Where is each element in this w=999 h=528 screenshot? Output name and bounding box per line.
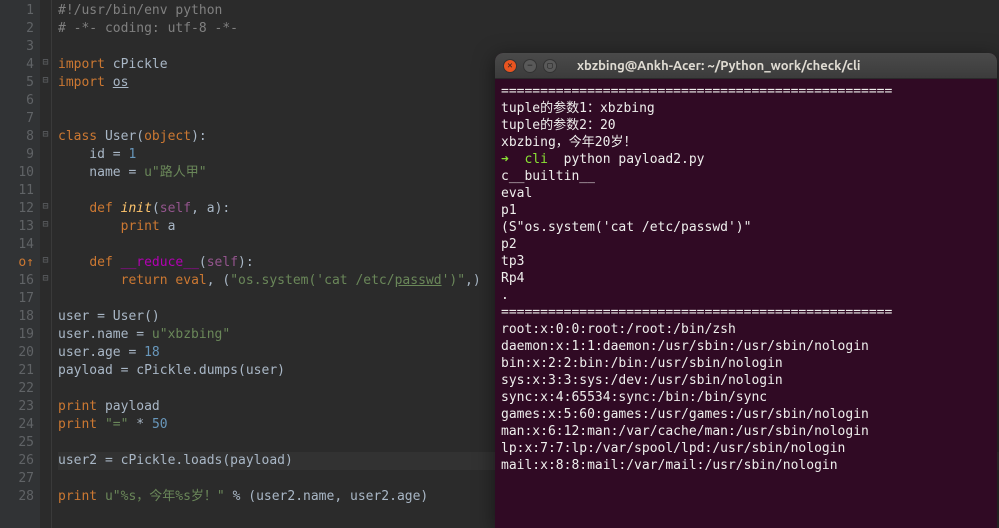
line-number: 5 (0, 74, 34, 92)
fold-icon (40, 396, 51, 414)
code-line[interactable]: # -*- coding: utf-8 -*- (58, 20, 999, 38)
fold-column: ⊟⊟⊟⊟⊟⊟⊟ (40, 0, 52, 528)
line-number: 7 (0, 110, 34, 128)
line-number: 21 (0, 362, 34, 380)
line-number: 16 (0, 272, 34, 290)
line-number: 9 (0, 146, 34, 164)
terminal-line: tuple的参数2：20 (501, 117, 991, 134)
line-number: 20 (0, 344, 34, 362)
line-number: 8 (0, 128, 34, 146)
terminal-line: ➜ cli python payload2.py (501, 151, 991, 168)
terminal-line: eval (501, 185, 991, 202)
line-number: o↑ (0, 254, 34, 272)
line-number-gutter: 1234567891011121314o↑1617181920212223242… (0, 0, 40, 528)
terminal-window[interactable]: ✕ − ▢ xbzbing@Ankh-Acer: ~/Python_work/c… (495, 53, 997, 528)
fold-icon (40, 288, 51, 306)
terminal-line: tuple的参数1：xbzbing (501, 100, 991, 117)
fold-icon (40, 162, 51, 180)
terminal-line: p2 (501, 236, 991, 253)
minimize-icon[interactable]: − (523, 59, 537, 73)
fold-icon (40, 360, 51, 378)
fold-icon[interactable]: ⊟ (40, 198, 51, 216)
terminal-line: p1 (501, 202, 991, 219)
terminal-line: tp3 (501, 253, 991, 270)
line-number: 10 (0, 164, 34, 182)
terminal-line: daemon:x:1:1:daemon:/usr/sbin:/usr/sbin/… (501, 338, 991, 355)
line-number: 13 (0, 218, 34, 236)
line-number: 22 (0, 380, 34, 398)
fold-icon (40, 144, 51, 162)
close-icon[interactable]: ✕ (503, 59, 517, 73)
line-number: 2 (0, 20, 34, 38)
terminal-line: (S"os.system('cat /etc/passwd')" (501, 219, 991, 236)
terminal-line: man:x:6:12:man:/var/cache/man:/usr/sbin/… (501, 423, 991, 440)
line-number: 23 (0, 398, 34, 416)
fold-icon (40, 432, 51, 450)
fold-icon (40, 234, 51, 252)
terminal-line: root:x:0:0:root:/root:/bin/zsh (501, 321, 991, 338)
line-number: 1 (0, 2, 34, 20)
fold-icon (40, 450, 51, 468)
line-number: 18 (0, 308, 34, 326)
code-line[interactable]: #!/usr/bin/env python (58, 2, 999, 20)
fold-icon[interactable]: ⊟ (40, 54, 51, 72)
terminal-line: ========================================… (501, 304, 991, 321)
terminal-line: . (501, 287, 991, 304)
fold-icon (40, 36, 51, 54)
line-number: 6 (0, 92, 34, 110)
fold-icon (40, 108, 51, 126)
line-number: 26 (0, 452, 34, 470)
line-number: 3 (0, 38, 34, 56)
terminal-line: Rp4 (501, 270, 991, 287)
line-number: 4 (0, 56, 34, 74)
terminal-line: lp:x:7:7:lp:/var/spool/lpd:/usr/sbin/nol… (501, 440, 991, 457)
terminal-title: xbzbing@Ankh-Acer: ~/Python_work/check/c… (577, 59, 861, 73)
terminal-output[interactable]: ========================================… (495, 79, 997, 478)
fold-icon (40, 378, 51, 396)
line-number: 11 (0, 182, 34, 200)
fold-icon (40, 486, 51, 504)
fold-icon (40, 306, 51, 324)
terminal-line: bin:x:2:2:bin:/bin:/usr/sbin/nologin (501, 355, 991, 372)
fold-icon (40, 342, 51, 360)
terminal-line: games:x:5:60:games:/usr/games:/usr/sbin/… (501, 406, 991, 423)
line-number: 14 (0, 236, 34, 254)
terminal-line: ========================================… (501, 83, 991, 100)
terminal-line: xbzbing，今年20岁！ (501, 134, 991, 151)
terminal-line: c__builtin__ (501, 168, 991, 185)
fold-icon (40, 468, 51, 486)
terminal-line: sync:x:4:65534:sync:/bin:/bin/sync (501, 389, 991, 406)
line-number: 27 (0, 470, 34, 488)
fold-icon[interactable]: ⊟ (40, 126, 51, 144)
fold-icon (40, 18, 51, 36)
fold-icon (40, 0, 51, 18)
line-number: 25 (0, 434, 34, 452)
fold-icon (40, 90, 51, 108)
fold-icon[interactable]: ⊟ (40, 72, 51, 90)
fold-icon[interactable]: ⊟ (40, 252, 51, 270)
terminal-line: mail:x:8:8:mail:/var/mail:/usr/sbin/nolo… (501, 457, 991, 474)
fold-icon[interactable]: ⊟ (40, 270, 51, 288)
line-number: 17 (0, 290, 34, 308)
maximize-icon[interactable]: ▢ (543, 59, 557, 73)
terminal-line: sys:x:3:3:sys:/dev:/usr/sbin/nologin (501, 372, 991, 389)
line-number: 28 (0, 488, 34, 506)
terminal-titlebar[interactable]: ✕ − ▢ xbzbing@Ankh-Acer: ~/Python_work/c… (495, 53, 997, 79)
fold-icon (40, 324, 51, 342)
fold-icon (40, 414, 51, 432)
fold-icon (40, 180, 51, 198)
line-number: 24 (0, 416, 34, 434)
fold-icon[interactable]: ⊟ (40, 216, 51, 234)
line-number: 19 (0, 326, 34, 344)
line-number: 12 (0, 200, 34, 218)
